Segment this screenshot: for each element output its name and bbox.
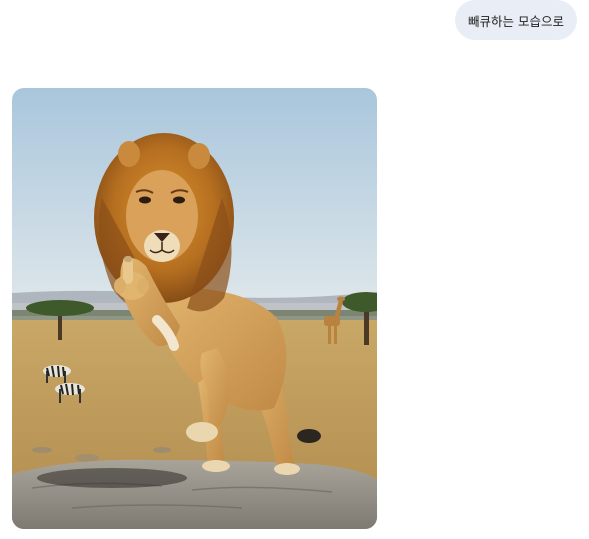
user-message-bubble: 빼큐하는 모습으로 [455, 0, 577, 40]
generated-image[interactable] [12, 88, 377, 529]
chat-conversation: 빼큐하는 모습으로 [0, 0, 589, 539]
user-message-text: 빼큐하는 모습으로 [468, 13, 564, 29]
generated-image-illustration [12, 88, 377, 529]
